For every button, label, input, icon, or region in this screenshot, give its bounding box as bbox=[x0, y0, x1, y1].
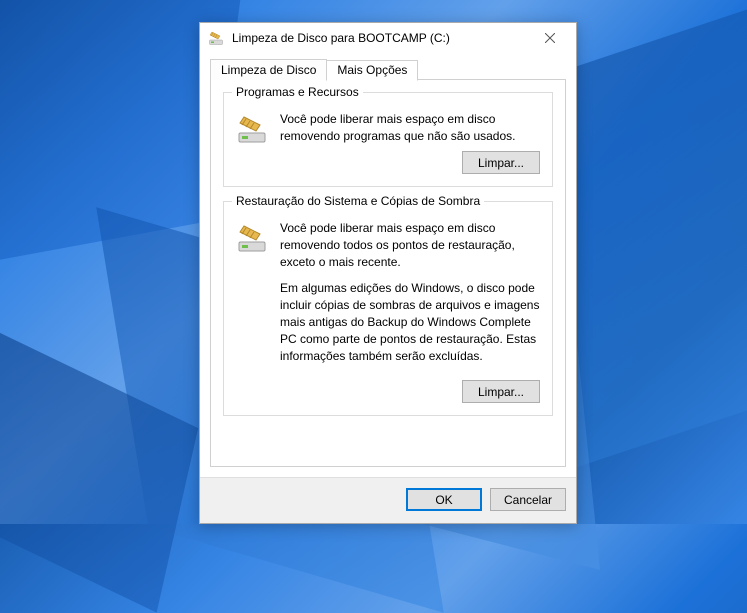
window-title: Limpeza de Disco para BOOTCAMP (C:) bbox=[232, 31, 530, 45]
cleanup-programs-button[interactable]: Limpar... bbox=[462, 151, 540, 174]
group-system-restore: Restauração do Sistema e Cópias de Sombr… bbox=[223, 201, 553, 416]
group-description: Você pode liberar mais espaço em disco r… bbox=[280, 220, 540, 270]
group-legend: Programas e Recursos bbox=[232, 85, 363, 99]
disk-cleanup-icon bbox=[236, 220, 268, 374]
close-icon bbox=[545, 33, 555, 43]
titlebar: Limpeza de Disco para BOOTCAMP (C:) bbox=[200, 23, 576, 53]
group-description-extra: Em algumas edições do Windows, o disco p… bbox=[280, 280, 540, 364]
cancel-button[interactable]: Cancelar bbox=[490, 488, 566, 511]
group-description: Você pode liberar mais espaço em disco r… bbox=[280, 111, 540, 145]
group-legend: Restauração do Sistema e Cópias de Sombr… bbox=[232, 194, 484, 208]
disk-cleanup-icon bbox=[236, 111, 268, 145]
ok-button[interactable]: OK bbox=[406, 488, 482, 511]
tabpanel-more-options: Programas e Recursos Você pode liberar m… bbox=[210, 79, 566, 467]
group-programs-features: Programas e Recursos Você pode liberar m… bbox=[223, 92, 553, 187]
tab-disk-cleanup[interactable]: Limpeza de Disco bbox=[210, 59, 327, 80]
disk-cleanup-icon bbox=[208, 30, 224, 46]
dialog-footer: OK Cancelar bbox=[200, 477, 576, 523]
tab-more-options[interactable]: Mais Opções bbox=[326, 60, 418, 81]
client-area: Limpeza de Disco Mais Opções Programas e… bbox=[200, 53, 576, 477]
cleanup-restore-button[interactable]: Limpar... bbox=[462, 380, 540, 403]
disk-cleanup-dialog: Limpeza de Disco para BOOTCAMP (C:) Limp… bbox=[199, 22, 577, 524]
tabstrip: Limpeza de Disco Mais Opções bbox=[210, 59, 566, 80]
close-button[interactable] bbox=[530, 24, 570, 52]
